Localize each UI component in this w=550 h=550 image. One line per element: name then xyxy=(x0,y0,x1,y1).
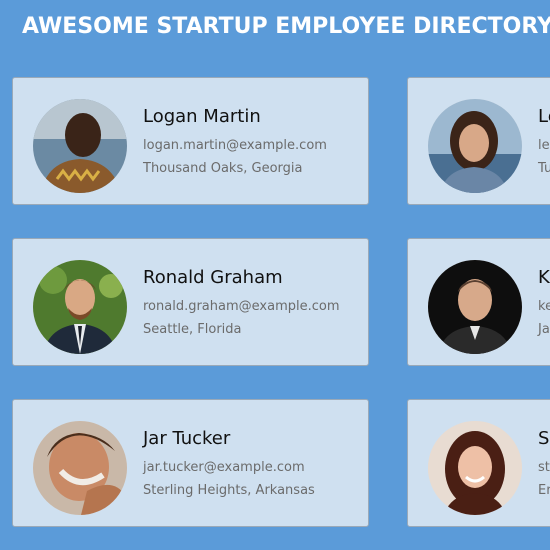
employee-name: Jar Tucker xyxy=(143,428,231,449)
employee-avatar xyxy=(33,99,127,193)
employee-avatar xyxy=(428,260,522,354)
employee-name: S xyxy=(538,428,550,449)
employee-card-partial-3[interactable]: S st Er xyxy=(407,399,550,527)
page-title: AWESOME STARTUP EMPLOYEE DIRECTORY xyxy=(22,14,550,39)
employee-email: st xyxy=(538,460,550,475)
employee-location: Er xyxy=(538,483,550,498)
employee-name: Ronald Graham xyxy=(143,267,283,288)
employee-card-partial-2[interactable]: K ke Ja xyxy=(407,238,550,366)
employee-avatar xyxy=(33,421,127,515)
employee-email: logan.martin@example.com xyxy=(143,138,327,153)
employee-name: Logan Martin xyxy=(143,106,261,127)
employee-card-logan-martin[interactable]: Logan Martin logan.martin@example.com Th… xyxy=(12,77,369,205)
employee-location: Thousand Oaks, Georgia xyxy=(143,161,303,176)
employee-card-ronald-graham[interactable]: Ronald Graham ronald.graham@example.com … xyxy=(12,238,369,366)
employee-directory-page: AWESOME STARTUP EMPLOYEE DIRECTORY Logan… xyxy=(0,0,550,550)
employee-avatar xyxy=(428,421,522,515)
employee-email: ke xyxy=(538,299,550,314)
employee-location: Seattle, Florida xyxy=(143,322,242,337)
employee-name: Le xyxy=(538,106,550,127)
employee-card-partial-1[interactable]: Le le Tu xyxy=(407,77,550,205)
employee-location: Tu xyxy=(538,161,550,176)
employee-email: le xyxy=(538,138,550,153)
employee-card-jar-tucker[interactable]: Jar Tucker jar.tucker@example.com Sterli… xyxy=(12,399,369,527)
employee-email: jar.tucker@example.com xyxy=(143,460,305,475)
employee-name: K xyxy=(538,267,550,288)
employee-avatar xyxy=(33,260,127,354)
employee-location: Sterling Heights, Arkansas xyxy=(143,483,315,498)
employee-location: Ja xyxy=(538,322,550,337)
employee-avatar xyxy=(428,99,522,193)
employee-email: ronald.graham@example.com xyxy=(143,299,340,314)
